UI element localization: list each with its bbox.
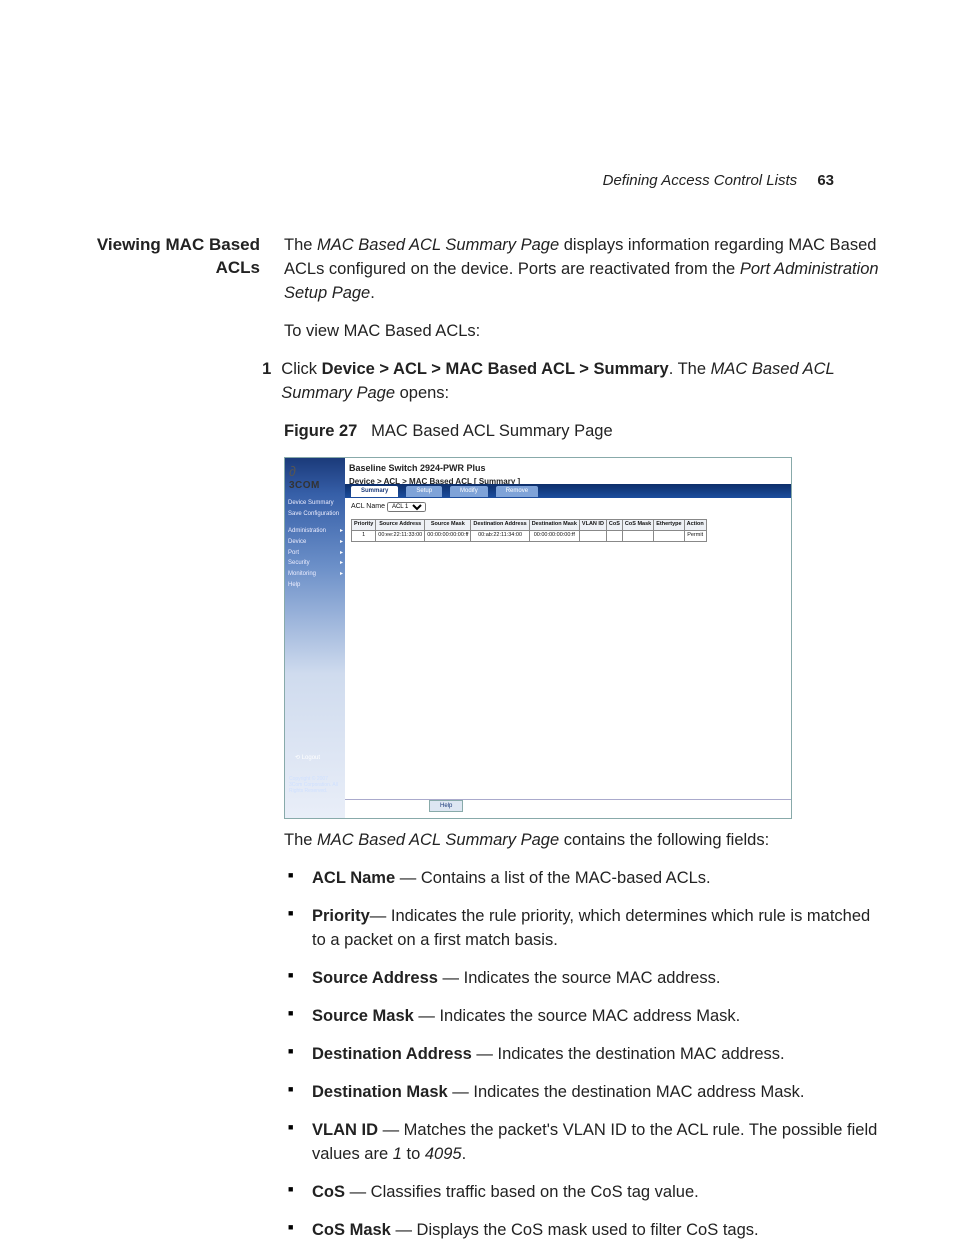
figure-caption: Figure 27 MAC Based ACL Summary Page (284, 420, 884, 444)
page-number: 63 (817, 172, 834, 189)
field-list: ACL Name — Contains a list of the MAC-ba… (284, 867, 884, 1242)
table-row: 1 00:ee:22:11:33:00 00:00:00:00:00:ff 00… (352, 530, 707, 541)
tab-remove[interactable]: Remove (496, 486, 538, 497)
list-item: Priority— Indicates the rule priority, w… (284, 905, 884, 953)
sidebar-item[interactable]: Administration (288, 526, 343, 537)
acl-selector-row: ACL Name ACL 1 (351, 502, 785, 512)
logout-link[interactable]: ⟲ Logout (295, 754, 320, 763)
divider (345, 799, 791, 800)
list-item: Destination Address — Indicates the dest… (284, 1043, 884, 1067)
sidebar-item[interactable]: Help (288, 580, 343, 591)
help-button[interactable]: Help (429, 800, 463, 813)
swirl-icon: ∂ (289, 463, 296, 479)
screenshot-main: Baseline Switch 2924-PWR Plus Device > A… (345, 458, 791, 818)
figure-screenshot: ∂ 3COM Device Summary Save Configuration… (284, 457, 792, 819)
sidebar-item[interactable]: Device Summary (288, 498, 343, 509)
brand-logo: ∂ 3COM (289, 464, 320, 490)
sidebar-item[interactable]: Device (288, 537, 343, 548)
tab-summary[interactable]: Summary (351, 486, 398, 497)
tab-bar: Summary Setup Modify Remove (345, 484, 791, 498)
section-title: Defining Access Control Lists (603, 172, 814, 189)
main-content: The MAC Based ACL Summary Page displays … (284, 234, 884, 1257)
list-item: CoS — Classifies traffic based on the Co… (284, 1181, 884, 1205)
screenshot-sidebar: ∂ 3COM Device Summary Save Configuration… (285, 458, 345, 818)
list-item: ACL Name — Contains a list of the MAC-ba… (284, 867, 884, 891)
sidebar-item[interactable]: Save Configuration (288, 509, 343, 520)
list-item: Source Mask — Indicates the source MAC a… (284, 1005, 884, 1029)
tab-modify[interactable]: Modify (450, 486, 488, 497)
list-item: Source Address — Indicates the source MA… (284, 967, 884, 991)
list-item: CoS Mask — Displays the CoS mask used to… (284, 1219, 884, 1243)
lead-in: To view MAC Based ACLs: (284, 320, 884, 344)
step-number: 1 (258, 358, 271, 406)
fields-intro: The MAC Based ACL Summary Page contains … (284, 829, 884, 853)
step-1: 1 Click Device > ACL > MAC Based ACL > S… (284, 358, 884, 406)
sidebar-item[interactable]: Monitoring (288, 569, 343, 580)
running-header: Defining Access Control Lists 63 (603, 172, 834, 189)
sidebar-item[interactable]: Security (288, 558, 343, 569)
list-item: VLAN ID — Matches the packet's VLAN ID t… (284, 1119, 884, 1167)
screenshot-header: Baseline Switch 2924-PWR Plus Device > A… (349, 462, 520, 487)
side-heading: Viewing MAC Based ACLs (70, 234, 260, 1257)
sidebar-item[interactable]: Port (288, 548, 343, 559)
acl-table: Priority Source Address Source Mask Dest… (351, 519, 707, 542)
copyright: Copyright © 2007 3Com Corporation. All R… (289, 776, 341, 794)
acl-name-select[interactable]: ACL 1 (387, 502, 426, 512)
table-header-row: Priority Source Address Source Mask Dest… (352, 519, 707, 530)
page: Defining Access Control Lists 63 Viewing… (0, 0, 954, 1235)
list-item: Destination Mask — Indicates the destina… (284, 1081, 884, 1105)
tab-setup[interactable]: Setup (406, 486, 442, 497)
sidebar-nav: Device Summary Save Configuration Admini… (288, 498, 343, 590)
intro-paragraph: The MAC Based ACL Summary Page displays … (284, 234, 884, 306)
